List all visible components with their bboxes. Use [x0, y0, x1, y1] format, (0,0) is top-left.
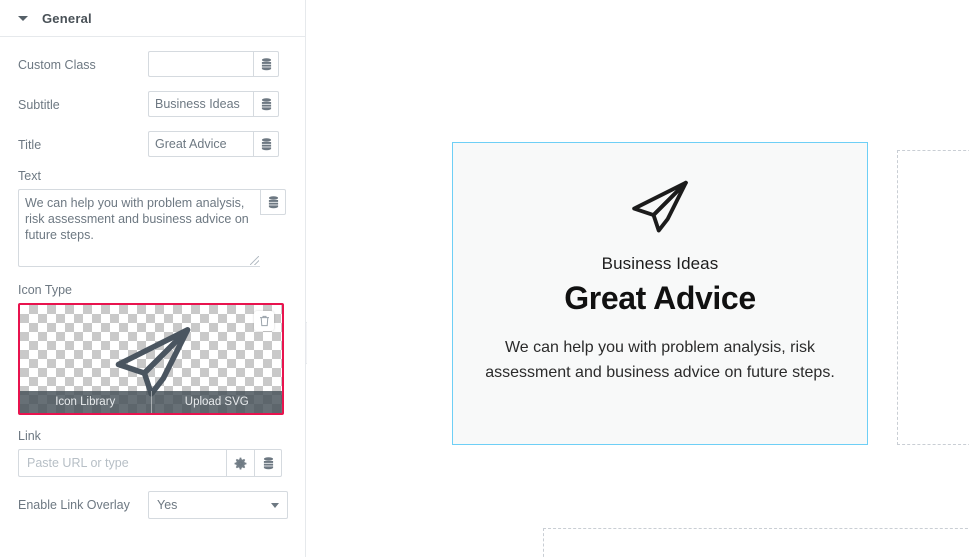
enable-link-overlay-control: Yes: [148, 491, 288, 519]
link-label: Link: [18, 429, 41, 443]
elementor-editor: General Custom Class Subtitle Business I…: [0, 0, 969, 557]
gear-icon: [234, 457, 247, 470]
icon-library-button[interactable]: Icon Library: [20, 391, 152, 413]
enable-link-overlay-label: Enable Link Overlay: [18, 498, 130, 512]
widget-title: Great Advice: [564, 280, 756, 316]
field-row-enable-link-overlay-wrap: Enable Link Overlay Yes: [0, 477, 305, 519]
fields-container: Custom Class Subtitle Business Ideas Tit…: [0, 37, 305, 159]
trash-icon: [259, 315, 269, 327]
widget-subtitle: Business Ideas: [601, 254, 719, 273]
enable-link-overlay-select[interactable]: Yes: [148, 491, 288, 519]
subtitle-label: Subtitle: [18, 98, 60, 112]
text-control: We can help you with problem analysis, r…: [18, 189, 287, 267]
custom-class-control: [148, 51, 279, 77]
widget-text: We can help you with problem analysis, r…: [485, 339, 835, 381]
settings-panel: General Custom Class Subtitle Business I…: [0, 0, 306, 557]
text-textarea[interactable]: We can help you with problem analysis, r…: [18, 189, 260, 267]
widget-icon: [629, 177, 691, 238]
paper-plane-icon: [632, 180, 688, 233]
custom-class-input[interactable]: [148, 51, 253, 77]
field-row-link: Link: [0, 429, 305, 477]
link-control: [18, 449, 287, 477]
field-row-text: Text We can help you with problem analys…: [0, 169, 305, 267]
section-header-general[interactable]: General: [0, 0, 305, 37]
empty-dashed-column[interactable]: [897, 150, 969, 445]
title-dynamic-tags-button[interactable]: [253, 131, 279, 157]
title-label: Title: [18, 138, 42, 152]
title-control: [148, 131, 279, 157]
icon-type-label: Icon Type: [18, 283, 72, 297]
link-dynamic-tags-button[interactable]: [254, 449, 282, 477]
preview-canvas: Business Ideas Great Advice We can help …: [307, 0, 969, 557]
custom-class-dynamic-tags-button[interactable]: [253, 51, 279, 77]
section-title: General: [42, 10, 92, 26]
link-options-button[interactable]: [226, 449, 254, 477]
upload-svg-button[interactable]: Upload SVG: [152, 391, 283, 413]
paper-plane-icon: [115, 327, 191, 397]
icon-delete-button[interactable]: [254, 311, 274, 331]
caret-down-icon: [18, 15, 28, 21]
link-input[interactable]: [18, 449, 226, 477]
text-label: Text: [18, 169, 41, 183]
dynamic-tags-icon: [261, 137, 271, 150]
field-row-icon-type: Icon Type Icon Library Upload SVG: [0, 283, 305, 415]
empty-dashed-section[interactable]: [543, 528, 969, 557]
subtitle-control: [148, 91, 279, 117]
subtitle-input[interactable]: [148, 91, 253, 117]
dynamic-tags-icon: [263, 456, 273, 469]
icon-box-widget[interactable]: Business Ideas Great Advice We can help …: [452, 142, 868, 445]
subtitle-dynamic-tags-button[interactable]: [253, 91, 279, 117]
field-row-enable-link-overlay: Enable Link Overlay Yes: [18, 491, 288, 519]
field-row-title: Title: [18, 131, 287, 159]
icon-actions-bar: Icon Library Upload SVG: [20, 391, 282, 413]
field-row-custom-class: Custom Class: [18, 51, 287, 79]
text-dynamic-tags-button[interactable]: [260, 189, 286, 215]
title-input[interactable]: [148, 131, 253, 157]
icon-preview-box[interactable]: Icon Library Upload SVG: [18, 303, 284, 415]
dynamic-tags-icon: [261, 57, 271, 70]
resize-grip-icon[interactable]: [250, 256, 259, 265]
dynamic-tags-icon: [261, 97, 271, 110]
custom-class-label: Custom Class: [18, 58, 96, 72]
dynamic-tags-icon: [268, 195, 278, 208]
field-row-subtitle: Subtitle: [18, 91, 287, 119]
